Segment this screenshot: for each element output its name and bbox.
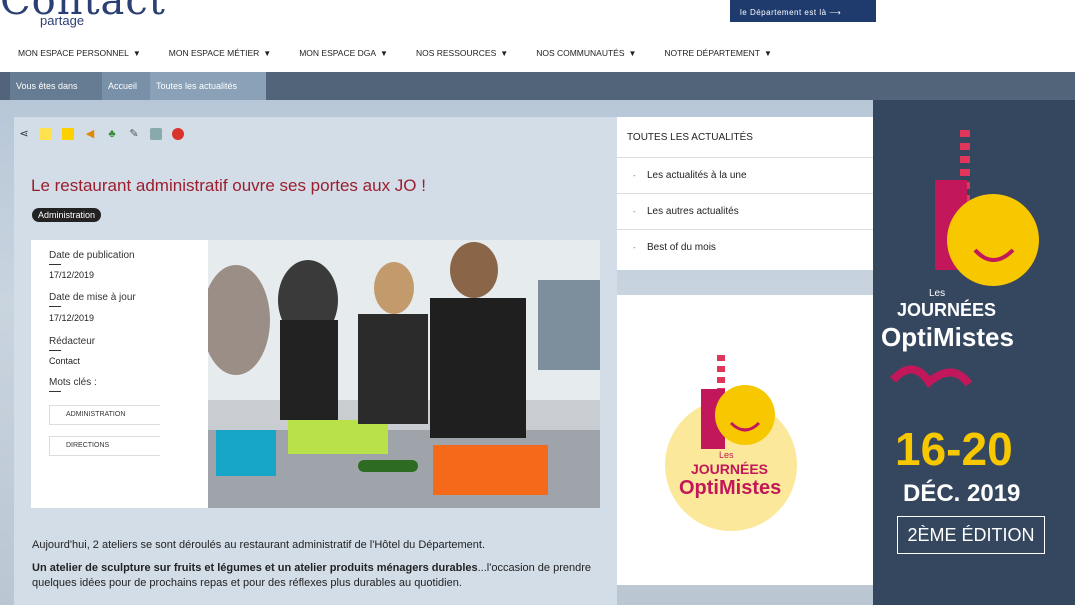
nord-tagline: le Département est là ⟶ [740, 8, 842, 17]
article-meta: Date de publication 17/12/2019 Date de m… [31, 240, 208, 508]
divider [49, 306, 61, 307]
publication-date-label: Date de publication [49, 250, 135, 261]
menu-item-departement[interactable]: NOTRE DÉPARTEMENT ▼ [664, 48, 771, 58]
promo-card[interactable]: Les JOURNÉES OptiMistes [617, 295, 873, 585]
menu-label: NOS COMMUNAUTÉS [536, 48, 625, 58]
sidebar-item-label: Best of du mois [647, 242, 716, 253]
menu-item-espace-personnel[interactable]: MON ESPACE PERSONNEL ▼ [18, 48, 141, 58]
news-sidebar: TOUTES LES ACTUALITÉS Les actualités à l… [617, 117, 873, 270]
divider [49, 391, 61, 392]
category-badge[interactable]: Administration [32, 208, 102, 222]
divider [49, 350, 61, 351]
menu-item-communautes[interactable]: NOS COMMUNAUTÉS ▼ [536, 48, 636, 58]
pen-icon[interactable]: ✎ [128, 128, 140, 140]
sidebar-title: TOUTES LES ACTUALITÉS [627, 132, 753, 143]
menu-label: MON ESPACE MÉTIER [168, 48, 260, 58]
breadcrumb-home[interactable]: Accueil [102, 72, 156, 100]
tag-administration[interactable]: ADMINISTRATION [49, 405, 160, 425]
article-photo [202, 240, 600, 508]
top-header: Contact partage le Département est là ⟶ … [0, 0, 1075, 72]
menu-label: MON ESPACE DGA [299, 48, 377, 58]
breadcrumb-current[interactable]: Toutes les actualités [150, 72, 266, 100]
caret-down-icon: ▼ [380, 49, 388, 58]
megaphone-icon[interactable]: ◀ [84, 128, 96, 140]
article-toolbar: ⋖ ◀ ♣ ✎ [18, 128, 184, 140]
author-label: Rédacteur [49, 336, 96, 347]
paragraph-bold-text: Un atelier de sculpture sur fruits et lé… [32, 562, 478, 574]
photo-illustration [202, 240, 600, 508]
site-logo-subtitle: partage [40, 13, 85, 28]
sidebar-item-autres[interactable]: Les autres actualités [617, 193, 873, 230]
banner-line-les: Les [929, 288, 946, 299]
article-paragraph-1: Aujourd'hui, 2 ateliers se sont déroulés… [32, 539, 486, 551]
sticky-note-icon[interactable] [62, 128, 74, 140]
alert-icon[interactable] [172, 128, 184, 140]
article-title: Le restaurant administratif ouvre ses po… [31, 176, 426, 195]
divider [49, 264, 61, 265]
breadcrumb-prefix: Vous êtes dans [10, 72, 108, 100]
print-icon[interactable] [150, 128, 162, 140]
caret-down-icon: ▼ [500, 49, 509, 58]
banner-edition: 2ÈME ÉDITION [897, 516, 1045, 554]
caret-down-icon: ▼ [132, 49, 141, 58]
share-icon[interactable]: ⋖ [18, 128, 30, 140]
promo-line-les: Les [719, 450, 734, 460]
author: Contact [49, 356, 81, 366]
sidebar-item-best-of[interactable]: Best of du mois [617, 229, 873, 266]
menu-label: NOTRE DÉPARTEMENT [664, 48, 760, 58]
keywords-label: Mots clés : [49, 377, 97, 388]
breadcrumb: Vous êtes dans Accueil Toutes les actual… [0, 72, 1075, 100]
note-icon[interactable] [40, 128, 52, 140]
jo-banner[interactable]: Les JOURNÉES OptiMistes 16-20 DÉC. 2019 … [873, 100, 1075, 605]
banner-month: DÉC. 2019 [903, 480, 1021, 507]
tree-icon[interactable]: ♣ [106, 128, 118, 140]
promo-line-optimistes: OptiMistes [679, 477, 782, 499]
menu-item-ressources[interactable]: NOS RESSOURCES ▼ [416, 48, 508, 58]
caret-down-icon: ▼ [763, 49, 772, 58]
sidebar-item-label: Les autres actualités [647, 206, 739, 217]
menu-item-espace-metier[interactable]: MON ESPACE MÉTIER ▼ [169, 48, 271, 58]
menu-label: NOS RESSOURCES [415, 48, 497, 58]
main-menu: MON ESPACE PERSONNEL ▼ MON ESPACE MÉTIER ▼… [18, 48, 800, 58]
sidebar-item-une[interactable]: Les actualités à la une [617, 157, 873, 194]
menu-item-espace-dga[interactable]: MON ESPACE DGA ▼ [299, 48, 388, 58]
menu-label: MON ESPACE PERSONNEL [18, 48, 129, 58]
article-paragraph-2: Un atelier de sculpture sur fruits et lé… [32, 561, 592, 591]
caret-down-icon: ▼ [263, 49, 272, 58]
jo-promo-graphic [635, 315, 811, 555]
publication-date: 17/12/2019 [49, 270, 95, 280]
banner-line-journees: JOURNÉES [897, 300, 997, 320]
banner-line-optimistes: OptiMistes [881, 322, 1014, 352]
nord-logo[interactable]: le Département est là ⟶ [730, 0, 876, 22]
update-date-label: Date de mise à jour [49, 292, 136, 303]
update-date: 17/12/2019 [49, 313, 95, 323]
caret-down-icon: ▼ [628, 49, 637, 58]
tag-directions[interactable]: DIRECTIONS [49, 436, 160, 456]
banner-dates: 16-20 [895, 423, 1013, 475]
promo-line-journees: JOURNÉES [691, 461, 769, 477]
sidebar-item-label: Les actualités à la une [647, 170, 747, 181]
